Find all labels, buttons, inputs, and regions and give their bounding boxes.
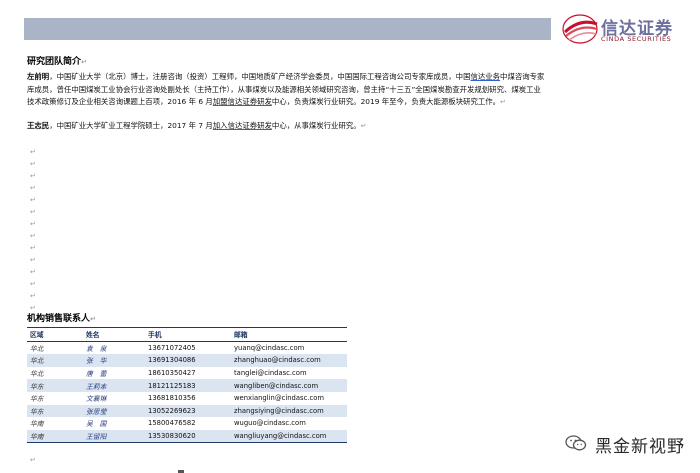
- cell-region: 华北: [30, 370, 44, 379]
- cell-phone: 13681810356: [148, 394, 196, 403]
- paragraph-mark: ↵: [30, 456, 36, 464]
- table-header-row: 区域 姓名 手机 邮箱: [27, 327, 347, 342]
- cell-phone: 13691304086: [148, 356, 196, 365]
- header-bar: [24, 18, 551, 40]
- cell-region: 华南: [30, 420, 44, 429]
- research-team-title: 研究团队简介↵: [27, 57, 87, 67]
- table-row: 华东 张思莹 13052269623 zhangsiying@cindasc.c…: [27, 404, 347, 418]
- cell-name: 王留阳: [86, 433, 107, 442]
- cinda-logo-mark: [562, 14, 598, 44]
- cell-name: 吴 国: [86, 420, 107, 429]
- cell-email[interactable]: yuanq@cindasc.com: [231, 341, 347, 354]
- cell-name: 文襄琳: [86, 395, 107, 404]
- cell-name: 王莉本: [86, 382, 107, 391]
- cell-email[interactable]: zhangsiying@cindasc.com: [231, 405, 347, 418]
- table-row: 华北 袁 泉 13671072405 yuanq@cindasc.com: [27, 341, 347, 355]
- cell-email[interactable]: zhanghuao@cindasc.com: [231, 354, 347, 367]
- cell-phone: 13530830620: [148, 432, 196, 441]
- contacts-title: 机构销售联系人↵: [27, 314, 96, 324]
- header-name: 姓名: [86, 331, 100, 340]
- cell-region: 华南: [30, 433, 44, 442]
- cell-phone: 18610350427: [148, 369, 196, 378]
- cell-name: 唐 蕾: [86, 370, 107, 379]
- cell-region: 华东: [30, 382, 44, 391]
- watermark-text: 黑金新视野: [595, 437, 685, 457]
- table-row: 华北 唐 蕾 18610350427 tanglei@cindasc.com: [27, 366, 347, 380]
- cell-name: 张 华: [86, 357, 107, 366]
- wechat-icon: [565, 435, 587, 451]
- cell-region: 华东: [30, 407, 44, 416]
- member-bio-wang: 王志民，中国矿业大学矿业工程学院硕士，2017 年 7 月加入信达证券研发中心，…: [27, 121, 367, 130]
- cell-name: 袁 泉: [86, 344, 107, 353]
- table-row: 华南 吴 国 15800476582 wuguo@cindasc.com: [27, 417, 347, 430]
- cell-phone: 13052269623: [148, 406, 196, 415]
- sales-contacts-table: 区域 姓名 手机 邮箱 华北 袁 泉 13671072405 yuanq@cin…: [27, 327, 347, 443]
- table-row: 华南 王留阳 13530830620 wangliuyang@cindasc.c…: [27, 429, 347, 443]
- cell-name: 张思莹: [86, 407, 107, 416]
- wechat-watermark: 黑金新视野: [565, 432, 700, 457]
- cell-region: 华北: [30, 344, 44, 353]
- cell-email[interactable]: wangliben@cindasc.com: [231, 379, 347, 392]
- cell-email[interactable]: wuguo@cindasc.com: [231, 417, 347, 430]
- cell-email[interactable]: wenxianglin@cindasc.com: [231, 392, 347, 405]
- member-name: 王志民: [27, 121, 50, 130]
- table-row: 华东 王莉本 18121125183 wangliben@cindasc.com: [27, 379, 347, 392]
- header-phone: 手机: [148, 331, 162, 340]
- table-row: 华北 张 华 13691304086 zhanghuao@cindasc.com: [27, 354, 347, 367]
- logo-english-name: CINDA SECURITIES: [601, 35, 672, 43]
- cell-phone: 15800476582: [148, 419, 196, 428]
- cell-region: 华东: [30, 395, 44, 404]
- member-name: 左前明: [27, 72, 50, 81]
- cinda-logo: 信达证券 CINDA SECURITIES: [561, 12, 686, 46]
- member-bio-zuo: 左前明，中国矿业大学（北京）博士，注册咨询（投资）工程师，中国地质矿产经济学会委…: [27, 72, 545, 106]
- header-email: 邮箱: [234, 331, 248, 340]
- cell-region: 华北: [30, 357, 44, 366]
- cell-phone: 13671072405: [148, 343, 196, 352]
- cell-phone: 18121125183: [148, 381, 196, 390]
- header-region: 区域: [30, 331, 44, 340]
- cell-email[interactable]: wangliuyang@cindasc.com: [231, 430, 347, 443]
- cell-email[interactable]: tanglei@cindasc.com: [231, 367, 347, 380]
- table-row: 华东 文襄琳 13681810356 wenxianglin@cindasc.c…: [27, 391, 347, 405]
